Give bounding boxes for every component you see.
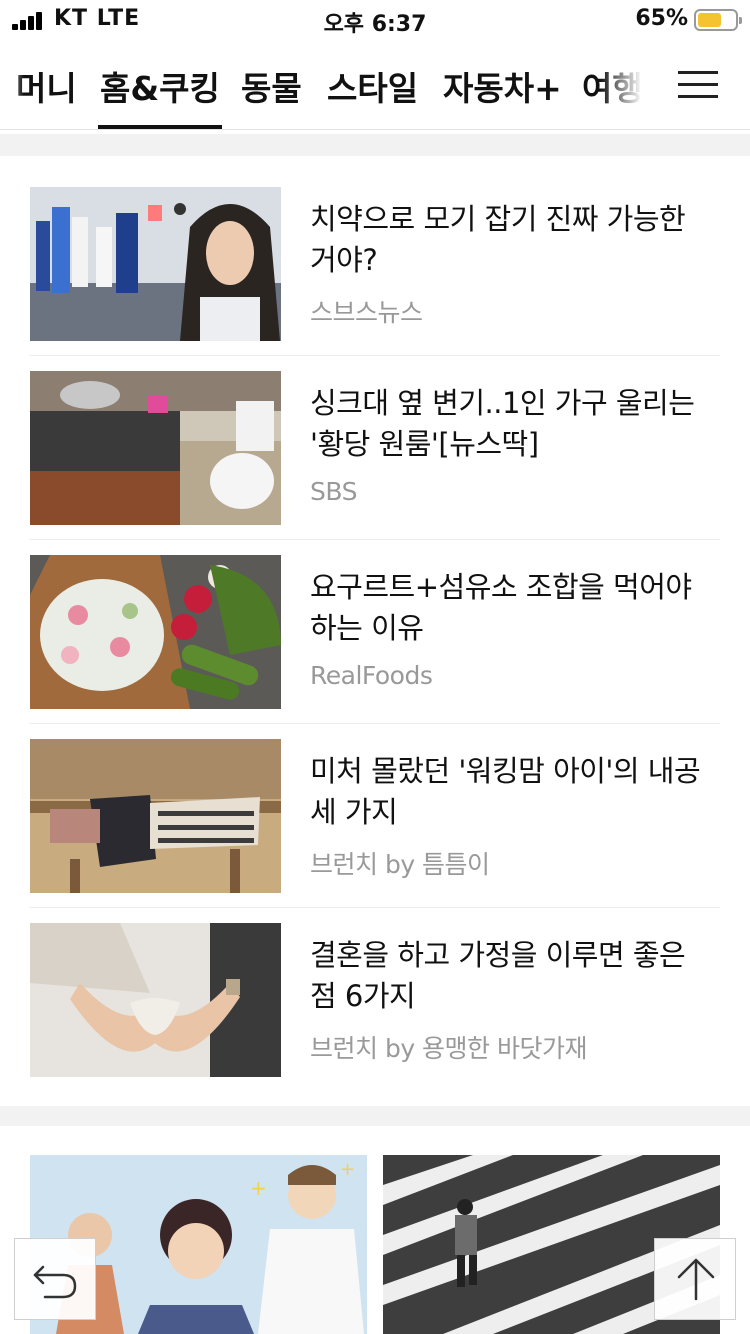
arrow-up-icon: [677, 1258, 715, 1301]
tab-money[interactable]: 머니: [16, 62, 77, 110]
news-thumbnail: [30, 555, 281, 709]
news-item[interactable]: 결혼을 하고 가정을 이루면 좋은 점 6가지 브런치 by 용맹한 바닷가재: [30, 923, 720, 1077]
tab-style[interactable]: 스타일: [327, 62, 418, 110]
status-bar: KT LTE 오후 6:37 65%: [0, 0, 750, 40]
news-thumbnail: [30, 187, 281, 341]
hamburger-menu-icon[interactable]: [664, 56, 732, 112]
news-thumbnail: [30, 371, 281, 525]
battery-percent: 65%: [635, 6, 688, 31]
news-thumbnail: [30, 923, 281, 1077]
divider: [30, 907, 720, 908]
news-item[interactable]: 요구르트+섬유소 조합을 먹어야 하는 이유 RealFoods: [30, 555, 720, 709]
news-title: 미처 몰랐던 '워킹맘 아이'의 내공 세 가지: [310, 754, 701, 829]
tab-home-cooking[interactable]: 홈&쿠킹: [98, 62, 222, 129]
scroll-top-button[interactable]: [654, 1238, 736, 1320]
category-nav: 머니 홈&쿠킹 동물 스타일 자동차+ 여행: [0, 40, 750, 130]
news-thumbnail: [30, 739, 281, 893]
news-source: 브런치 by 틈틈이: [310, 850, 490, 879]
divider: [30, 723, 720, 724]
news-item[interactable]: 미처 몰랐던 '워킹맘 아이'의 내공 세 가지 브런치 by 틈틈이: [30, 739, 720, 893]
tab-car[interactable]: 자동차+: [443, 62, 562, 110]
news-title: 결혼을 하고 가정을 이루면 좋은 점 6가지: [310, 938, 686, 1013]
section-gap: [0, 134, 750, 156]
news-title: 싱크대 옆 변기..1인 가구 울리는 '황당 원룸'[뉴스딱]: [310, 386, 695, 461]
news-title: 치약으로 모기 잡기 진짜 가능한 거야?: [310, 202, 686, 277]
news-source: 브런치 by 용맹한 바닷가재: [310, 1034, 588, 1063]
back-button[interactable]: [14, 1238, 96, 1320]
svg-text:+: +: [340, 1159, 355, 1180]
news-source: SBS: [310, 477, 357, 506]
news-item[interactable]: 치약으로 모기 잡기 진짜 가능한 거야? 스브스뉴스: [30, 187, 720, 341]
news-title: 요구르트+섬유소 조합을 먹어야 하는 이유: [310, 570, 692, 645]
tab-animals[interactable]: 동물: [241, 62, 302, 110]
battery-icon: [694, 9, 742, 31]
undo-arrow-icon: [33, 1265, 77, 1299]
section-gap: [0, 1106, 750, 1126]
news-source: RealFoods: [310, 661, 433, 690]
svg-text:+: +: [250, 1176, 267, 1200]
news-item[interactable]: 싱크대 옆 변기..1인 가구 울리는 '황당 원룸'[뉴스딱] SBS: [30, 371, 720, 525]
divider: [30, 539, 720, 540]
battery-level: [698, 13, 721, 27]
news-source: 스브스뉴스: [310, 298, 423, 327]
divider: [30, 355, 720, 356]
